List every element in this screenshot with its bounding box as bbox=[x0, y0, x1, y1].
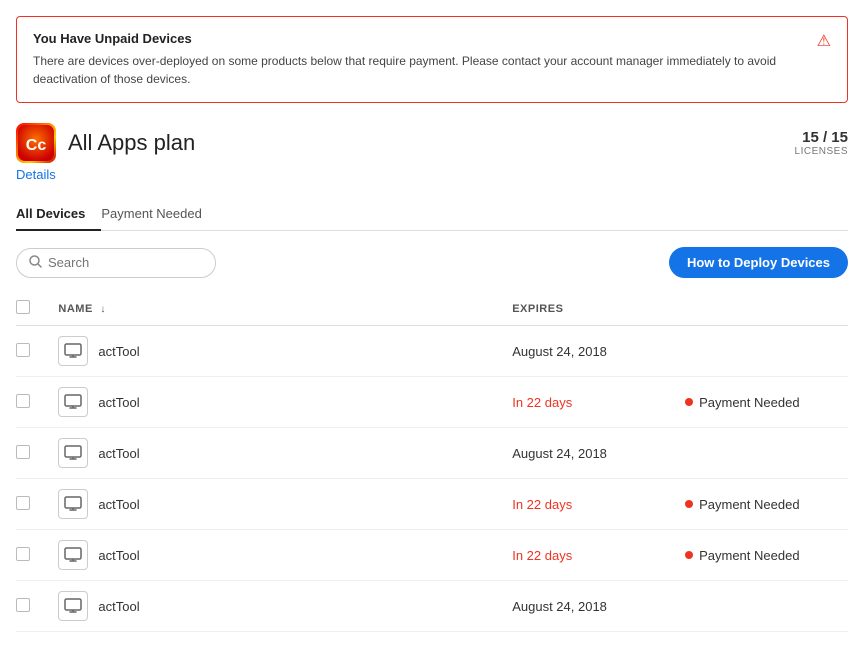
device-status-cell bbox=[675, 428, 848, 479]
warning-icon: ⚠ bbox=[817, 31, 831, 51]
table-row: actTool August 24, 2018 bbox=[16, 581, 848, 632]
plan-logo: Cc bbox=[16, 123, 56, 163]
row-checkbox[interactable] bbox=[16, 598, 30, 612]
devices-table: NAME ↓ EXPIRES actTool August 24, 201 bbox=[16, 292, 848, 632]
device-status-cell bbox=[675, 326, 848, 377]
toolbar: How to Deploy Devices bbox=[16, 247, 848, 278]
device-name-text: actTool bbox=[98, 599, 139, 614]
alert-banner: You Have Unpaid Devices There are device… bbox=[16, 16, 848, 103]
device-expires-value: August 24, 2018 bbox=[512, 344, 607, 359]
device-name-text: actTool bbox=[98, 344, 139, 359]
device-status-cell: Payment Needed bbox=[675, 377, 848, 428]
device-name-cell: actTool bbox=[48, 326, 502, 377]
sort-arrow-icon: ↓ bbox=[100, 304, 106, 315]
device-name-cell: actTool bbox=[48, 581, 502, 632]
header-checkbox-cell bbox=[16, 292, 48, 326]
search-icon bbox=[29, 255, 42, 271]
alert-title: You Have Unpaid Devices bbox=[33, 31, 831, 46]
device-name-text: actTool bbox=[98, 548, 139, 563]
payment-needed-status: Payment Needed bbox=[685, 548, 838, 563]
payment-needed-label: Payment Needed bbox=[699, 497, 799, 512]
device-expires-cell: In 22 days bbox=[502, 377, 675, 428]
search-input[interactable] bbox=[48, 255, 203, 270]
licenses-label: LICENSES bbox=[795, 146, 848, 157]
device-expires-cell: August 24, 2018 bbox=[502, 326, 675, 377]
device-name-cell: actTool bbox=[48, 479, 502, 530]
device-expires-cell: August 24, 2018 bbox=[502, 428, 675, 479]
device-status-cell bbox=[675, 581, 848, 632]
row-checkbox-cell bbox=[16, 479, 48, 530]
device-status-cell: Payment Needed bbox=[675, 530, 848, 581]
table-row: actTool August 24, 2018 bbox=[16, 326, 848, 377]
device-expires-value: In 22 days bbox=[512, 548, 572, 563]
plan-header-left: Cc All Apps plan bbox=[16, 123, 195, 163]
table-body: actTool August 24, 2018 actTool In 22 da… bbox=[16, 326, 848, 632]
device-monitor-icon bbox=[58, 387, 88, 417]
table-row: actTool In 22 days Payment Needed bbox=[16, 377, 848, 428]
device-expires-value: August 24, 2018 bbox=[512, 599, 607, 614]
table-row: actTool August 24, 2018 bbox=[16, 428, 848, 479]
col-name-header[interactable]: NAME ↓ bbox=[48, 292, 502, 326]
device-status-cell: Payment Needed bbox=[675, 479, 848, 530]
device-expires-cell: In 22 days bbox=[502, 530, 675, 581]
device-monitor-icon bbox=[58, 438, 88, 468]
row-checkbox-cell bbox=[16, 428, 48, 479]
device-monitor-icon bbox=[58, 591, 88, 621]
tab-payment-needed[interactable]: Payment Needed bbox=[101, 198, 217, 231]
row-checkbox-cell bbox=[16, 326, 48, 377]
table-row: actTool In 22 days Payment Needed bbox=[16, 479, 848, 530]
device-expires-value: August 24, 2018 bbox=[512, 446, 607, 461]
device-name-text: actTool bbox=[98, 446, 139, 461]
search-box[interactable] bbox=[16, 248, 216, 278]
status-dot-icon bbox=[685, 398, 693, 406]
device-expires-value: In 22 days bbox=[512, 395, 572, 410]
alert-body: There are devices over-deployed on some … bbox=[33, 52, 831, 88]
device-monitor-icon bbox=[58, 540, 88, 570]
licenses-count: 15 / 15 bbox=[795, 129, 848, 146]
payment-needed-label: Payment Needed bbox=[699, 395, 799, 410]
col-status-header bbox=[675, 292, 848, 326]
device-name-text: actTool bbox=[98, 395, 139, 410]
device-name-text: actTool bbox=[98, 497, 139, 512]
payment-needed-status: Payment Needed bbox=[685, 497, 838, 512]
row-checkbox[interactable] bbox=[16, 343, 30, 357]
page-wrapper: You Have Unpaid Devices There are device… bbox=[0, 0, 864, 648]
adobe-logo-svg: Cc bbox=[18, 125, 54, 161]
tabs-bar: All Devices Payment Needed bbox=[16, 198, 848, 231]
payment-needed-status: Payment Needed bbox=[685, 395, 838, 410]
col-expires-header: EXPIRES bbox=[502, 292, 675, 326]
device-name-cell: actTool bbox=[48, 377, 502, 428]
device-expires-cell: August 24, 2018 bbox=[502, 581, 675, 632]
details-link[interactable]: Details bbox=[16, 167, 56, 182]
row-checkbox[interactable] bbox=[16, 547, 30, 561]
deploy-devices-button[interactable]: How to Deploy Devices bbox=[669, 247, 848, 278]
device-name-cell: actTool bbox=[48, 428, 502, 479]
row-checkbox[interactable] bbox=[16, 394, 30, 408]
status-dot-icon bbox=[685, 500, 693, 508]
row-checkbox[interactable] bbox=[16, 496, 30, 510]
table-row: actTool In 22 days Payment Needed bbox=[16, 530, 848, 581]
table-header-row: NAME ↓ EXPIRES bbox=[16, 292, 848, 326]
plan-header: Cc All Apps plan 15 / 15 LICENSES bbox=[16, 123, 848, 163]
device-name-cell: actTool bbox=[48, 530, 502, 581]
row-checkbox-cell bbox=[16, 530, 48, 581]
row-checkbox-cell bbox=[16, 581, 48, 632]
tab-all-devices[interactable]: All Devices bbox=[16, 198, 101, 231]
header-checkbox[interactable] bbox=[16, 300, 30, 314]
row-checkbox[interactable] bbox=[16, 445, 30, 459]
plan-licenses: 15 / 15 LICENSES bbox=[795, 129, 848, 157]
device-expires-cell: In 22 days bbox=[502, 479, 675, 530]
svg-text:Cc: Cc bbox=[26, 137, 47, 154]
status-dot-icon bbox=[685, 551, 693, 559]
device-expires-value: In 22 days bbox=[512, 497, 572, 512]
plan-title: All Apps plan bbox=[68, 130, 195, 156]
device-monitor-icon bbox=[58, 336, 88, 366]
row-checkbox-cell bbox=[16, 377, 48, 428]
device-monitor-icon bbox=[58, 489, 88, 519]
payment-needed-label: Payment Needed bbox=[699, 548, 799, 563]
